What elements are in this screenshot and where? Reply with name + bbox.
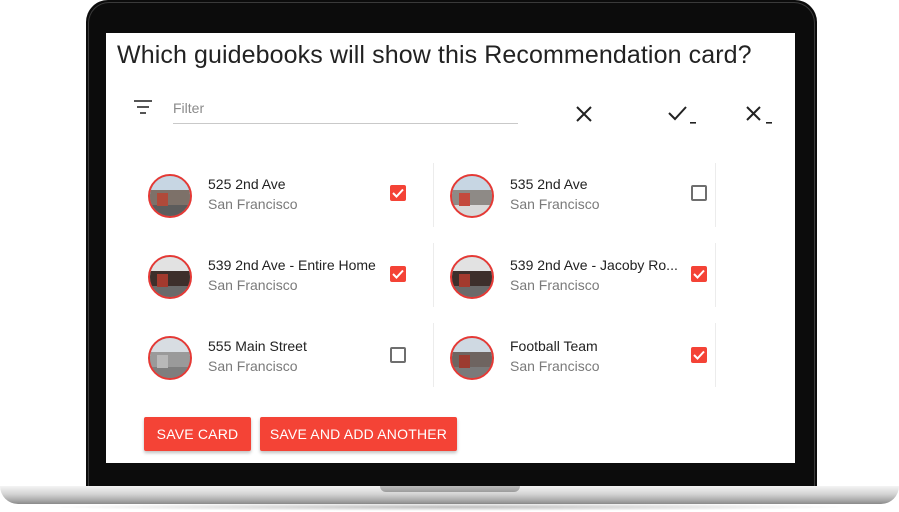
guidebook-name: 539 2nd Ave - Entire Home — [208, 257, 376, 273]
guidebook-photo — [148, 255, 192, 299]
guidebook-name: 555 Main Street — [208, 338, 307, 354]
guidebook-city: San Francisco — [510, 277, 600, 293]
guidebook-name: 525 2nd Ave — [208, 176, 286, 192]
guidebook-item[interactable]: 539 2nd Ave - Jacoby Ro... San Francisco — [446, 245, 726, 307]
laptop-base-notch — [380, 486, 520, 492]
filter-input[interactable] — [173, 93, 518, 124]
deselect-all-button[interactable] — [744, 99, 774, 129]
close-all-icon — [746, 106, 772, 124]
guidebook-item[interactable]: 539 2nd Ave - Entire Home San Francisco — [144, 245, 424, 307]
guidebook-item[interactable]: Football Team San Francisco — [446, 326, 726, 388]
column-divider — [433, 243, 434, 307]
dialog-title: Which guidebooks will show this Recommen… — [117, 41, 752, 69]
guidebook-name: 535 2nd Ave — [510, 176, 588, 192]
column-divider — [433, 163, 434, 227]
guidebook-city: San Francisco — [208, 277, 298, 293]
guidebook-checkbox[interactable] — [691, 185, 707, 201]
guidebook-checkbox[interactable] — [390, 185, 406, 201]
checkmark-icon — [392, 269, 404, 279]
guidebook-photo — [450, 336, 494, 380]
guidebook-checkbox[interactable] — [691, 266, 707, 282]
save-card-button[interactable]: SAVE CARD — [144, 417, 251, 451]
guidebook-item[interactable]: 525 2nd Ave San Francisco — [144, 164, 424, 226]
guidebook-city: San Francisco — [510, 358, 600, 374]
guidebook-checkbox[interactable] — [691, 347, 707, 363]
guidebook-photo — [450, 174, 494, 218]
guidebook-photo — [148, 174, 192, 218]
close-icon — [576, 106, 592, 122]
filter-icon[interactable] — [134, 99, 154, 115]
guidebook-checkbox[interactable] — [390, 347, 406, 363]
guidebook-photo — [148, 336, 192, 380]
guidebook-name: 539 2nd Ave - Jacoby Ro... — [510, 257, 678, 273]
laptop-screen: Which guidebooks will show this Recommen… — [106, 33, 795, 463]
checkmark-icon — [693, 269, 705, 279]
clear-filter-button[interactable] — [569, 99, 599, 129]
guidebook-checkbox[interactable] — [390, 266, 406, 282]
guidebook-city: San Francisco — [208, 358, 298, 374]
checkmark-icon — [693, 350, 705, 360]
guidebook-item[interactable]: 555 Main Street San Francisco — [144, 326, 424, 388]
select-all-button[interactable] — [667, 99, 697, 129]
laptop-shadow — [40, 503, 859, 511]
column-divider — [433, 323, 434, 387]
guidebook-city: San Francisco — [208, 196, 298, 212]
guidebook-photo — [450, 255, 494, 299]
guidebook-item[interactable]: 535 2nd Ave San Francisco — [446, 164, 726, 226]
checkmark-icon — [392, 188, 404, 198]
save-and-add-another-button[interactable]: SAVE AND ADD ANOTHER — [260, 417, 457, 451]
check-all-icon — [668, 106, 696, 124]
guidebook-city: San Francisco — [510, 196, 600, 212]
guidebook-name: Football Team — [510, 338, 598, 354]
